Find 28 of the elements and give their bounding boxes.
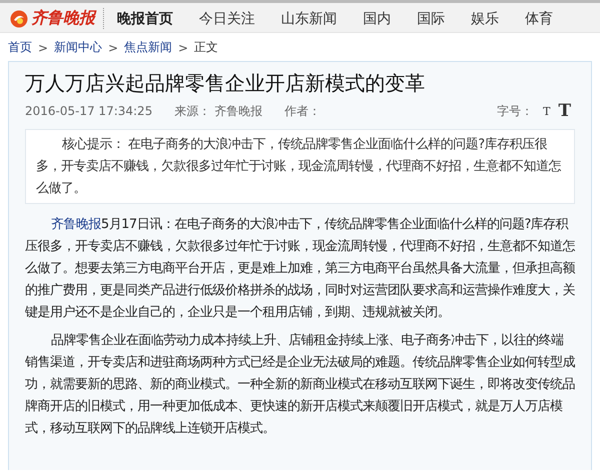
source-label: 来源：: [174, 102, 210, 120]
source-link[interactable]: 齐鲁晚报: [51, 217, 101, 232]
author-label: 作者：: [284, 102, 320, 120]
nav-tab[interactable]: 国际: [404, 10, 458, 28]
article-title: 万人万店兴起品牌零售企业开店新模式的变革: [25, 70, 426, 97]
nav-tab[interactable]: 晚报首页: [104, 10, 186, 28]
breadcrumb-link[interactable]: 新闻中心: [54, 39, 102, 56]
article-paragraph: 品牌零售企业在面临劳动力成本持续上升、店铺租金持续上涨、电子商务冲击下，以往的终端销售渠道，开专卖店和进驻商场两种方式已经是企业无法破局的难题。传统品牌零售企业如何转型成功，就需要新的思路、新的商业模式。一种全新的新商业模式在移动互联网下诞生，即将改变传统品牌商开店的旧模式，用一种更加低成本、更快速的新开店模式来颠覆旧开店模式，就是万人万店模式，移动互联网下的品牌线上连锁开店模式。: [25, 332, 575, 438]
logo-text[interactable]: 齐鲁晚报: [31, 8, 95, 29]
breadcrumb-current: 正文: [194, 39, 218, 56]
publish-time: 2016-05-17 17:34:25: [25, 104, 152, 118]
breadcrumb-link[interactable]: 焦点新闻: [124, 39, 172, 56]
breadcrumb-separator: >: [108, 40, 118, 54]
nav-tab[interactable]: 国内: [350, 10, 404, 28]
breadcrumb-separator: >: [178, 40, 188, 54]
nav-tab[interactable]: 娱乐: [458, 10, 512, 28]
source-name: 齐鲁晚报: [214, 102, 262, 120]
logo-icon: [10, 10, 28, 28]
article-paragraph: 齐鲁晚报5月17日讯：在电子商务的大浪冲击下，传统品牌零售企业面临什么样的问题?库存积压很多，开专卖店不赚钱，欠款很多过年忙于讨账，现金流周转慢，代理商不好招，生意都不知道怎么做了。想要去第三方电商平台开店，更是难上加难，第三方电商平台虽然具备大流量，但承担高额的推广费用，更是同类产品进行低级价格拼杀的战场，同时对运营团队要求高和运营操作难度大，关键是用户还不是企业自己的，企业只是一个租用店铺，到期、违规就被关闭。: [25, 216, 575, 322]
font-size-label: 字号：: [497, 102, 533, 120]
summary-text: 核心提示： 在电子商务的大浪冲击下，传统品牌零售企业面临什么样的问题?库存积压很多，开专卖店不赚钱，欠款很多过年忙于讨账，现金流周转慢，代理商不好招，生意都不知道怎么做了。: [25, 129, 575, 204]
nav-tab[interactable]: 今日关注: [186, 10, 268, 28]
nav-tab[interactable]: 山东新闻: [268, 10, 350, 28]
breadcrumb-separator: >: [38, 40, 48, 54]
large-font-button[interactable]: T: [554, 101, 575, 121]
breadcrumb-link[interactable]: 首页: [8, 39, 32, 56]
small-font-button[interactable]: T: [539, 104, 554, 118]
nav-tab[interactable]: 体育: [512, 10, 566, 28]
